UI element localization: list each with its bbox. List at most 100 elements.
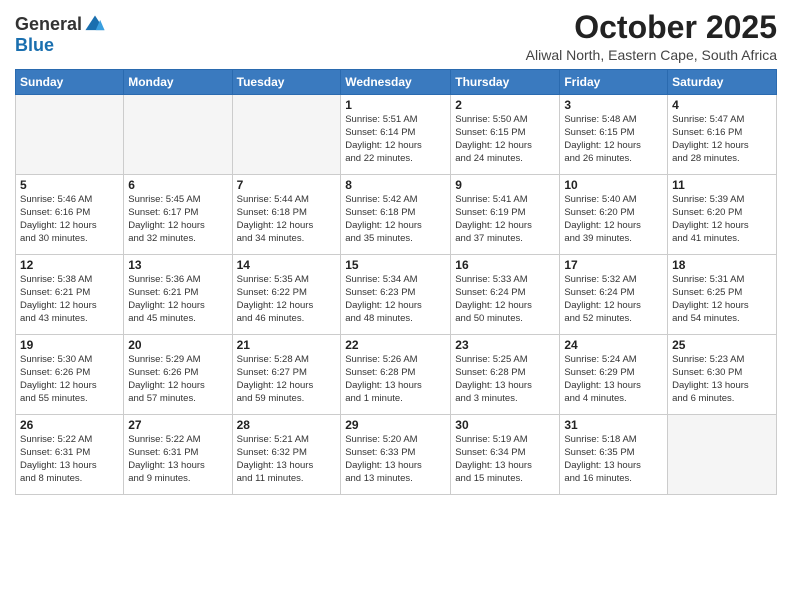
- calendar-cell: 13 Sunrise: 5:36 AM Sunset: 6:21 PM Dayli…: [124, 255, 232, 335]
- day-detail: Sunrise: 5:44 AM Sunset: 6:18 PM Dayligh…: [237, 194, 337, 245]
- calendar-cell: [16, 95, 124, 175]
- day-detail: Sunrise: 5:38 AM Sunset: 6:21 PM Dayligh…: [20, 274, 119, 325]
- day-number: 8: [345, 178, 446, 192]
- day-number: 22: [345, 338, 446, 352]
- day-number: 12: [20, 258, 119, 272]
- calendar-cell: [668, 415, 777, 495]
- day-number: 18: [672, 258, 772, 272]
- day-number: 24: [564, 338, 663, 352]
- day-number: 30: [455, 418, 555, 432]
- calendar-cell: 16 Sunrise: 5:33 AM Sunset: 6:24 PM Dayli…: [451, 255, 560, 335]
- calendar-cell: 25 Sunrise: 5:23 AM Sunset: 6:30 PM Dayli…: [668, 335, 777, 415]
- calendar-cell: 3 Sunrise: 5:48 AM Sunset: 6:15 PM Daylig…: [560, 95, 668, 175]
- day-detail: Sunrise: 5:50 AM Sunset: 6:15 PM Dayligh…: [455, 114, 555, 165]
- day-detail: Sunrise: 5:22 AM Sunset: 6:31 PM Dayligh…: [128, 434, 227, 485]
- calendar-cell: 21 Sunrise: 5:28 AM Sunset: 6:27 PM Dayli…: [232, 335, 341, 415]
- day-number: 6: [128, 178, 227, 192]
- logo-blue: Blue: [15, 36, 106, 56]
- day-number: 17: [564, 258, 663, 272]
- day-detail: Sunrise: 5:28 AM Sunset: 6:27 PM Dayligh…: [237, 354, 337, 405]
- day-detail: Sunrise: 5:22 AM Sunset: 6:31 PM Dayligh…: [20, 434, 119, 485]
- col-friday: Friday: [560, 70, 668, 95]
- calendar-cell: 4Sunrise: 5:47 AM Sunset: 6:16 PM Daylig…: [668, 95, 777, 175]
- day-detail: Sunrise: 5:48 AM Sunset: 6:15 PM Dayligh…: [564, 114, 663, 165]
- calendar-cell: 22 Sunrise: 5:26 AM Sunset: 6:28 PM Dayli…: [341, 335, 451, 415]
- calendar-cell: 31 Sunrise: 5:18 AM Sunset: 6:35 PM Dayli…: [560, 415, 668, 495]
- main-title: October 2025: [526, 10, 777, 45]
- day-number: 9: [455, 178, 555, 192]
- calendar-cell: 7Sunrise: 5:44 AM Sunset: 6:18 PM Daylig…: [232, 175, 341, 255]
- day-number: 2: [455, 98, 555, 112]
- calendar-cell: 24 Sunrise: 5:24 AM Sunset: 6:29 PM Dayli…: [560, 335, 668, 415]
- col-sunday: Sunday: [16, 70, 124, 95]
- day-number: 16: [455, 258, 555, 272]
- calendar-cell: 14Sunrise: 5:35 AM Sunset: 6:22 PM Dayli…: [232, 255, 341, 335]
- calendar-cell: 20Sunrise: 5:29 AM Sunset: 6:26 PM Dayli…: [124, 335, 232, 415]
- day-detail: Sunrise: 5:33 AM Sunset: 6:24 PM Dayligh…: [455, 274, 555, 325]
- calendar-cell: [124, 95, 232, 175]
- day-number: 23: [455, 338, 555, 352]
- calendar-cell: 30 Sunrise: 5:19 AM Sunset: 6:34 PM Dayli…: [451, 415, 560, 495]
- day-number: 3: [564, 98, 663, 112]
- day-detail: Sunrise: 5:46 AM Sunset: 6:16 PM Dayligh…: [20, 194, 119, 245]
- day-number: 26: [20, 418, 119, 432]
- day-detail: Sunrise: 5:30 AM Sunset: 6:26 PM Dayligh…: [20, 354, 119, 405]
- day-number: 21: [237, 338, 337, 352]
- title-section: October 2025 Aliwal North, Eastern Cape,…: [526, 10, 777, 63]
- day-number: 5: [20, 178, 119, 192]
- col-monday: Monday: [124, 70, 232, 95]
- day-number: 15: [345, 258, 446, 272]
- col-thursday: Thursday: [451, 70, 560, 95]
- page: General Blue October 2025 Aliwal North, …: [0, 0, 792, 612]
- calendar-cell: 8 Sunrise: 5:42 AM Sunset: 6:18 PM Daylig…: [341, 175, 451, 255]
- day-number: 19: [20, 338, 119, 352]
- day-number: 25: [672, 338, 772, 352]
- calendar-cell: 6 Sunrise: 5:45 AM Sunset: 6:17 PM Daylig…: [124, 175, 232, 255]
- day-detail: Sunrise: 5:18 AM Sunset: 6:35 PM Dayligh…: [564, 434, 663, 485]
- day-detail: Sunrise: 5:26 AM Sunset: 6:28 PM Dayligh…: [345, 354, 446, 405]
- day-detail: Sunrise: 5:19 AM Sunset: 6:34 PM Dayligh…: [455, 434, 555, 485]
- calendar-cell: 9Sunrise: 5:41 AM Sunset: 6:19 PM Daylig…: [451, 175, 560, 255]
- logo: General Blue: [15, 14, 106, 56]
- day-number: 31: [564, 418, 663, 432]
- calendar-cell: 11Sunrise: 5:39 AM Sunset: 6:20 PM Dayli…: [668, 175, 777, 255]
- calendar-table: Sunday Monday Tuesday Wednesday Thursday…: [15, 69, 777, 495]
- day-number: 13: [128, 258, 227, 272]
- day-detail: Sunrise: 5:40 AM Sunset: 6:20 PM Dayligh…: [564, 194, 663, 245]
- calendar-cell: 12 Sunrise: 5:38 AM Sunset: 6:21 PM Dayli…: [16, 255, 124, 335]
- logo-icon: [84, 14, 106, 36]
- calendar-cell: 15 Sunrise: 5:34 AM Sunset: 6:23 PM Dayli…: [341, 255, 451, 335]
- calendar-cell: 19 Sunrise: 5:30 AM Sunset: 6:26 PM Dayli…: [16, 335, 124, 415]
- day-detail: Sunrise: 5:42 AM Sunset: 6:18 PM Dayligh…: [345, 194, 446, 245]
- calendar-cell: [232, 95, 341, 175]
- calendar-cell: 23 Sunrise: 5:25 AM Sunset: 6:28 PM Dayli…: [451, 335, 560, 415]
- day-detail: Sunrise: 5:25 AM Sunset: 6:28 PM Dayligh…: [455, 354, 555, 405]
- calendar-cell: 10 Sunrise: 5:40 AM Sunset: 6:20 PM Dayli…: [560, 175, 668, 255]
- day-detail: Sunrise: 5:21 AM Sunset: 6:32 PM Dayligh…: [237, 434, 337, 485]
- header: General Blue October 2025 Aliwal North, …: [15, 10, 777, 63]
- calendar-cell: 27Sunrise: 5:22 AM Sunset: 6:31 PM Dayli…: [124, 415, 232, 495]
- calendar-cell: 17 Sunrise: 5:32 AM Sunset: 6:24 PM Dayli…: [560, 255, 668, 335]
- calendar-cell: 26 Sunrise: 5:22 AM Sunset: 6:31 PM Dayli…: [16, 415, 124, 495]
- day-detail: Sunrise: 5:34 AM Sunset: 6:23 PM Dayligh…: [345, 274, 446, 325]
- day-detail: Sunrise: 5:31 AM Sunset: 6:25 PM Dayligh…: [672, 274, 772, 325]
- day-detail: Sunrise: 5:36 AM Sunset: 6:21 PM Dayligh…: [128, 274, 227, 325]
- day-number: 1: [345, 98, 446, 112]
- logo-general: General: [15, 15, 82, 35]
- col-saturday: Saturday: [668, 70, 777, 95]
- day-detail: Sunrise: 5:32 AM Sunset: 6:24 PM Dayligh…: [564, 274, 663, 325]
- day-number: 10: [564, 178, 663, 192]
- calendar-cell: 28Sunrise: 5:21 AM Sunset: 6:32 PM Dayli…: [232, 415, 341, 495]
- day-detail: Sunrise: 5:23 AM Sunset: 6:30 PM Dayligh…: [672, 354, 772, 405]
- day-detail: Sunrise: 5:24 AM Sunset: 6:29 PM Dayligh…: [564, 354, 663, 405]
- day-detail: Sunrise: 5:45 AM Sunset: 6:17 PM Dayligh…: [128, 194, 227, 245]
- day-number: 29: [345, 418, 446, 432]
- calendar-cell: 18 Sunrise: 5:31 AM Sunset: 6:25 PM Dayli…: [668, 255, 777, 335]
- calendar-cell: 1Sunrise: 5:51 AM Sunset: 6:14 PM Daylig…: [341, 95, 451, 175]
- col-wednesday: Wednesday: [341, 70, 451, 95]
- calendar-cell: 2 Sunrise: 5:50 AM Sunset: 6:15 PM Daylig…: [451, 95, 560, 175]
- day-detail: Sunrise: 5:29 AM Sunset: 6:26 PM Dayligh…: [128, 354, 227, 405]
- day-number: 11: [672, 178, 772, 192]
- subtitle: Aliwal North, Eastern Cape, South Africa: [526, 47, 777, 63]
- calendar-cell: 29Sunrise: 5:20 AM Sunset: 6:33 PM Dayli…: [341, 415, 451, 495]
